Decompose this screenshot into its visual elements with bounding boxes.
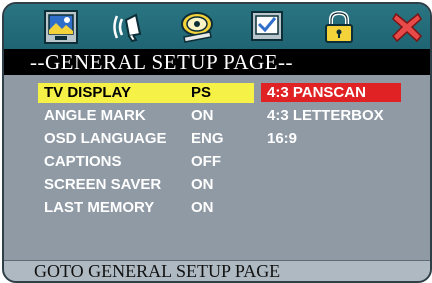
- menu-item-value: ENG: [191, 130, 224, 147]
- menu-item-label: SCREEN SAVER: [44, 176, 162, 193]
- menu-panel: TV DISPLAY PS ANGLE MARK ON OSD LANGUAGE…: [4, 75, 430, 260]
- menu-item-label: LAST MEMORY: [44, 199, 155, 216]
- menu-item-value: OFF: [191, 153, 221, 170]
- video-setup-icon[interactable]: [180, 10, 214, 44]
- password-lock-icon[interactable]: [322, 10, 356, 44]
- option-4-3-panscan[interactable]: 4:3 PANSCAN: [261, 83, 401, 102]
- option-label: 16:9: [267, 130, 298, 147]
- option-label: 4:3 PANSCAN: [267, 84, 366, 101]
- menu-item-value: ON: [191, 107, 214, 124]
- menu-item-value: PS: [191, 84, 212, 101]
- menu-item-value: ON: [191, 199, 214, 216]
- setup-menu-window: --GENERAL SETUP PAGE-- TV DISPLAY PS ANG…: [2, 2, 432, 283]
- page-title: --GENERAL SETUP PAGE--: [4, 49, 430, 75]
- preference-icon[interactable]: [250, 10, 284, 44]
- option-label: 4:3 LETTERBOX: [267, 107, 384, 124]
- menu-item-value: ON: [191, 176, 214, 193]
- audio-setup-icon[interactable]: [112, 10, 146, 44]
- setup-icon-bar: [4, 4, 430, 49]
- menu-item-label: OSD LANGUAGE: [44, 130, 167, 147]
- menu-item-tv-display[interactable]: TV DISPLAY PS: [38, 83, 254, 103]
- menu-item-label: CAPTIONS: [44, 153, 122, 170]
- status-bar: GOTO GENERAL SETUP PAGE: [4, 260, 430, 281]
- menu-item-label: TV DISPLAY: [44, 84, 131, 101]
- exit-icon[interactable]: [390, 10, 424, 44]
- general-setup-icon[interactable]: [44, 10, 78, 44]
- menu-item-label: ANGLE MARK: [44, 107, 146, 124]
